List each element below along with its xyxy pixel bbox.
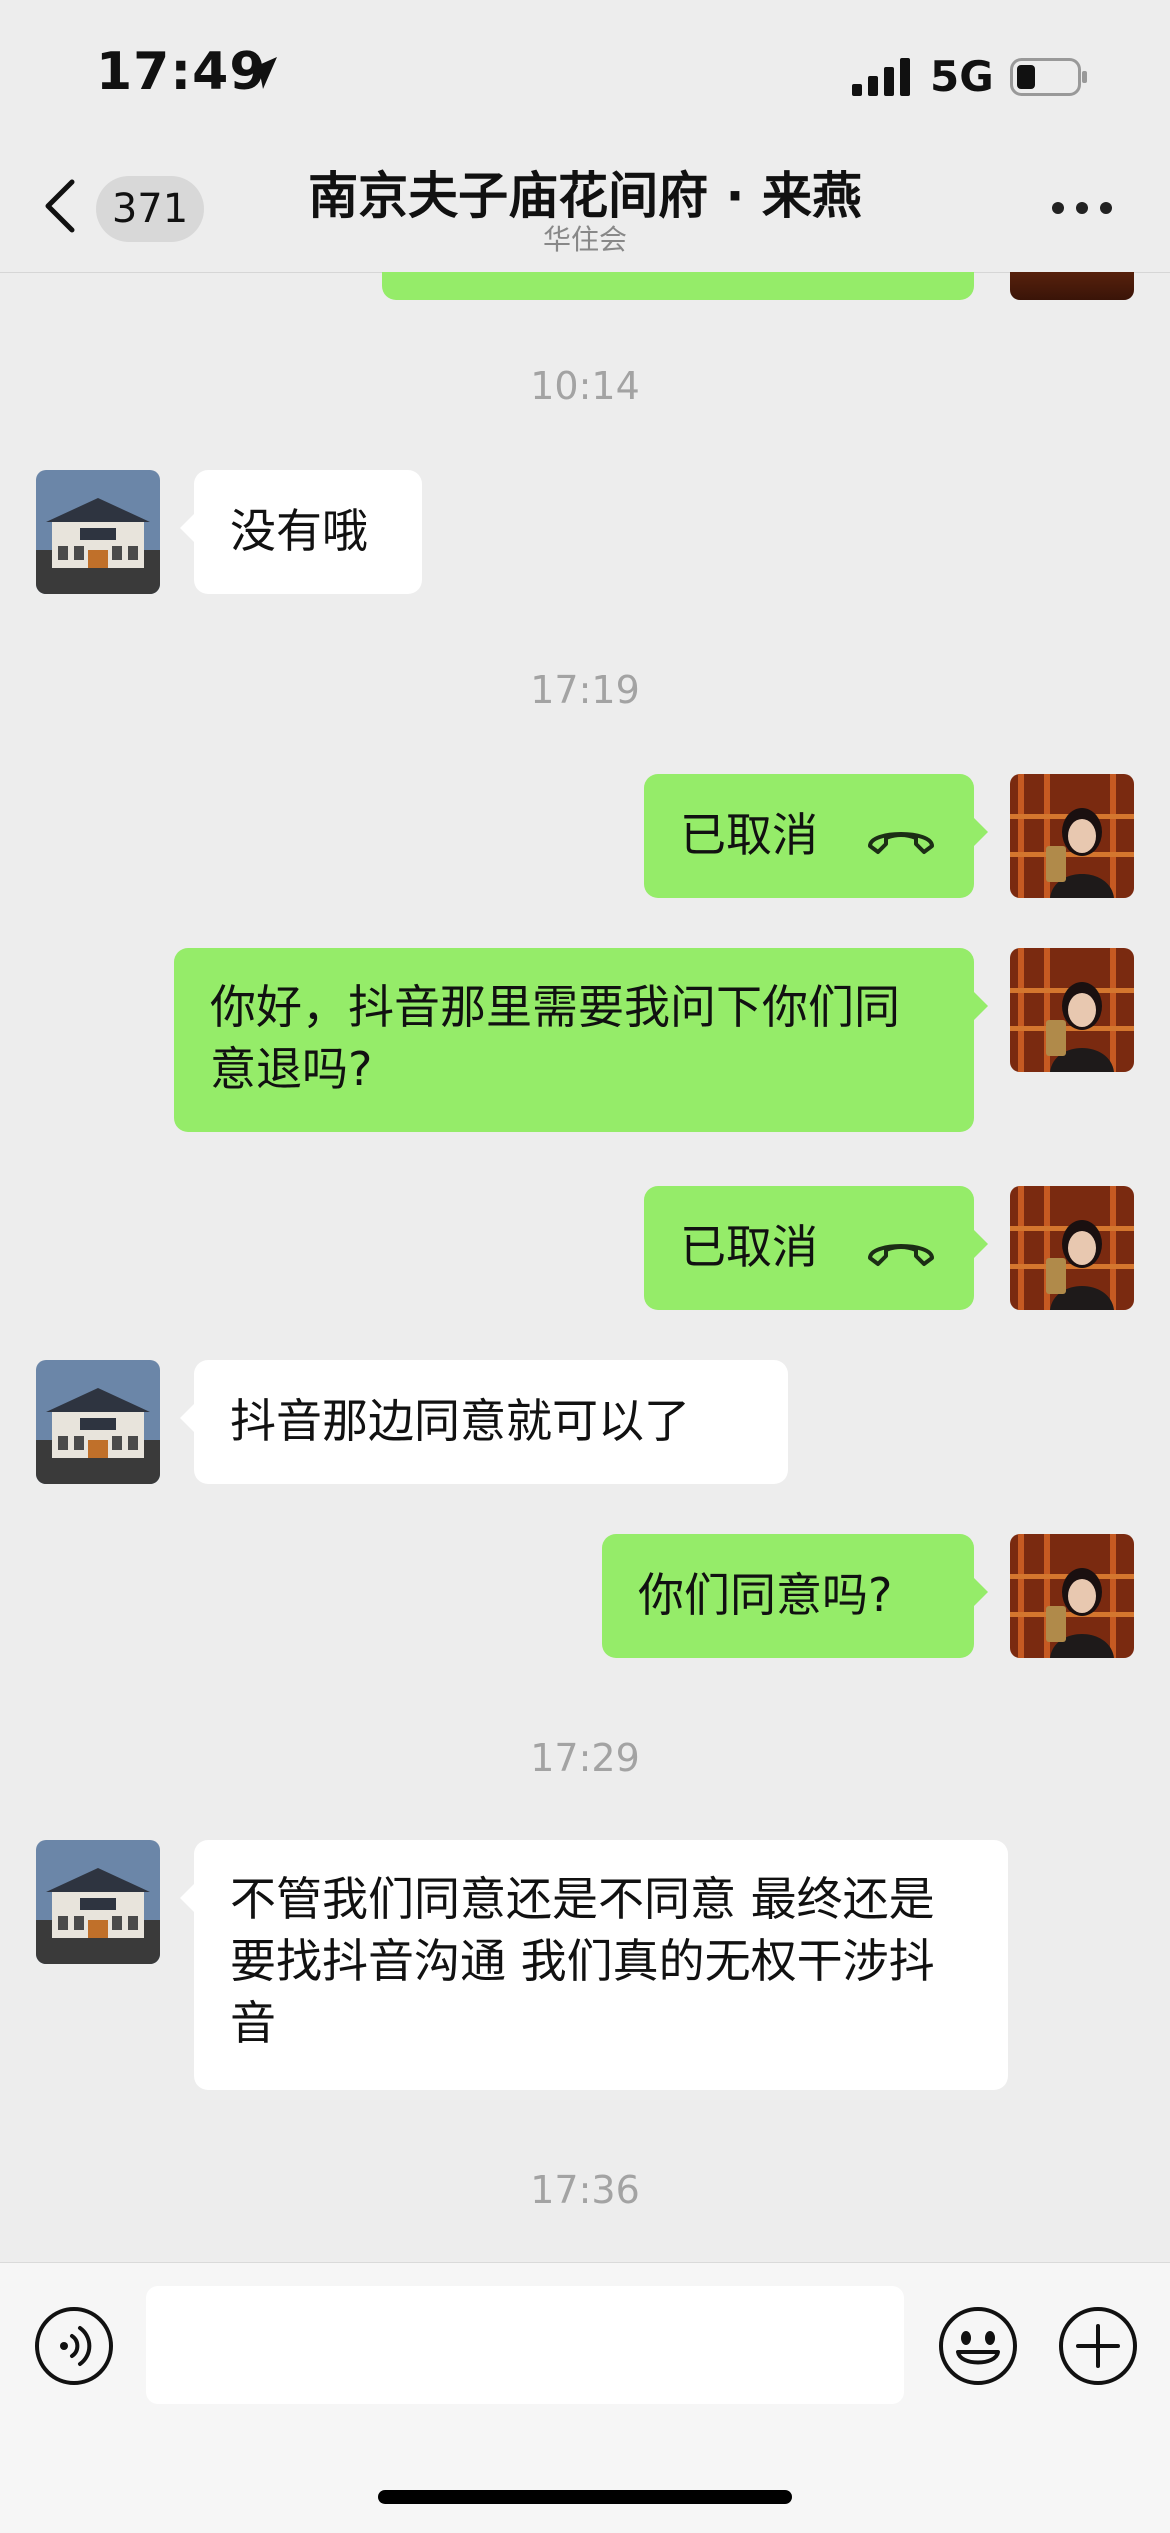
chat-subtitle: 华住会 — [542, 223, 627, 256]
avatar-user[interactable] — [1010, 948, 1134, 1072]
message-bubble[interactable]: 没有哦 — [180, 470, 422, 594]
home-indicator[interactable] — [378, 2490, 792, 2504]
avatar — [1010, 272, 1134, 300]
phone-hangup-icon — [868, 1244, 934, 1266]
message-bubble[interactable]: 你好，抖音那里需要我问下你们同意退吗? — [174, 948, 988, 1132]
status-time: 17:49 — [96, 42, 267, 102]
message-input[interactable] — [146, 2286, 904, 2404]
more-dots-icon[interactable] — [1052, 196, 1112, 220]
message-bubble[interactable]: 不管我们同意还是不同意 最终还是要找抖音沟通 我们真的无权干涉抖音 — [180, 1840, 1008, 2090]
call-bubble[interactable]: 已取消 — [644, 774, 988, 898]
call-bubble[interactable]: 已取消 — [644, 1186, 988, 1310]
emoji-icon[interactable] — [938, 2306, 1018, 2386]
voice-icon[interactable] — [34, 2306, 114, 2386]
partial-outgoing-bubble — [382, 272, 974, 300]
avatar-user[interactable] — [1010, 1534, 1134, 1658]
avatar-hotel[interactable] — [36, 1360, 160, 1484]
message-bubble[interactable]: 你们同意吗? — [602, 1534, 988, 1658]
avatar-user[interactable] — [1010, 1186, 1134, 1310]
avatar-user[interactable] — [1010, 774, 1134, 898]
avatar-hotel[interactable] — [36, 470, 160, 594]
timestamp: 17:19 — [530, 668, 640, 712]
status-bar: 17:49 5G — [0, 0, 1170, 140]
signal-icon — [852, 58, 910, 96]
timestamp: 17:29 — [530, 1736, 640, 1780]
battery-icon — [1010, 58, 1087, 96]
message-list[interactable]: 10:14 没有哦 17:19 已取消 你好，抖音那里需要我问下你们同意退吗? — [0, 272, 1170, 2262]
network-type: 5G — [930, 52, 994, 101]
location-arrow-icon — [245, 57, 277, 89]
call-status-text: 已取消 — [680, 808, 818, 862]
phone-hangup-icon — [868, 832, 934, 854]
timestamp: 10:14 — [530, 364, 640, 408]
avatar-hotel[interactable] — [36, 1840, 160, 1964]
call-status-text: 已取消 — [680, 1220, 818, 1274]
message-bubble[interactable]: 抖音那边同意就可以了 — [180, 1360, 788, 1484]
timestamp: 17:36 — [530, 2168, 640, 2212]
plus-circle-icon[interactable] — [1058, 2306, 1138, 2386]
